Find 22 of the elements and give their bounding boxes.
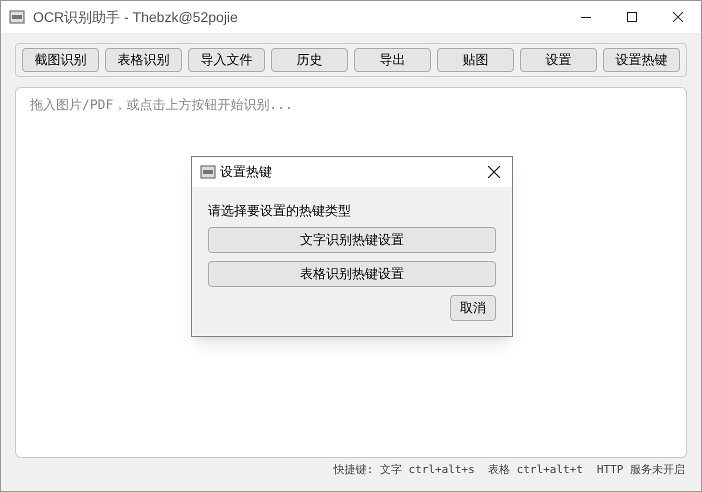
toolbar-button[interactable]: 表格识别 (105, 48, 182, 72)
toolbar-button[interactable]: 贴图 (437, 48, 514, 72)
hotkey-option-button[interactable]: 文字识别热键设置 (208, 226, 496, 252)
toolbar-button[interactable]: 导入文件 (188, 48, 265, 72)
minimize-icon (581, 16, 591, 18)
app-icon (9, 9, 25, 25)
hotkey-status: 快捷键: 文字 ctrl+alt+s 表格 ctrl+alt+t (334, 462, 583, 478)
dialog-title: 设置热键 (220, 163, 272, 182)
toolbar-button[interactable]: 历史 (271, 48, 348, 72)
toolbar-button[interactable]: 导出 (354, 48, 431, 72)
http-status: HTTP 服务未开启 (596, 462, 685, 478)
close-icon (673, 12, 683, 22)
maximize-icon (627, 12, 637, 22)
toolbar-button[interactable]: 设置热键 (603, 48, 680, 72)
app-icon (200, 164, 216, 180)
hotkey-option-button[interactable]: 表格识别热键设置 (208, 260, 496, 286)
window-title: OCR识别助手 - Thebzk@52pojie (33, 8, 238, 27)
cancel-button[interactable]: 取消 (450, 294, 496, 320)
close-icon (488, 166, 500, 178)
dialog-prompt: 请选择要设置的热键类型 (208, 202, 352, 220)
toolbar-button[interactable]: 截图识别 (22, 48, 99, 72)
toolbar-button[interactable]: 设置 (520, 48, 597, 72)
